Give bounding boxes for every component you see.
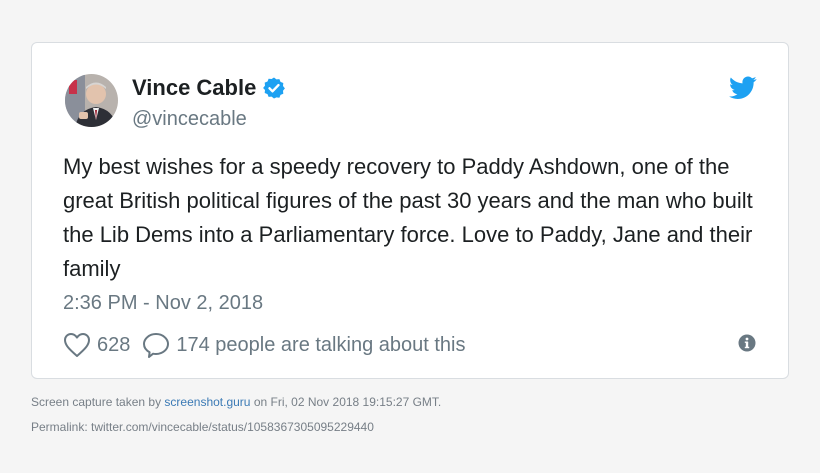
tweet-card: Vince Cable @vincecable My best wishes f…	[31, 42, 789, 379]
author-name-row: Vince Cable	[132, 75, 286, 101]
tweet-actions: 628 174 people are talking about this	[63, 331, 465, 359]
author-handle[interactable]: @vincecable	[132, 107, 247, 131]
like-count: 628	[97, 333, 131, 356]
verified-badge-icon	[263, 77, 286, 99]
screenshot-guru-link[interactable]: screenshot.guru	[164, 395, 250, 409]
author-name[interactable]: Vince Cable	[132, 75, 256, 101]
speech-bubble-icon[interactable]	[142, 331, 170, 359]
tweet-text: My best wishes for a speedy recovery to …	[63, 154, 753, 281]
like-action[interactable]: 628	[63, 332, 130, 358]
conversation-action[interactable]: 174 people are talking about this	[142, 331, 465, 359]
capture-suffix: on Fri, 02 Nov 2018 19:15:27 GMT.	[250, 395, 442, 409]
author-avatar[interactable]	[65, 74, 118, 127]
heart-icon[interactable]	[63, 332, 91, 358]
conversation-text: 174 people are talking about this	[176, 333, 466, 356]
tweet-timestamp[interactable]: 2:36 PM - Nov 2, 2018	[63, 290, 263, 316]
permalink: Permalink: twitter.com/vincecable/status…	[31, 420, 374, 434]
info-icon[interactable]	[738, 334, 756, 352]
capture-info: Screen capture taken by screenshot.guru …	[31, 395, 441, 409]
capture-prefix: Screen capture taken by	[31, 395, 165, 409]
twitter-bird-icon[interactable]	[729, 76, 757, 100]
